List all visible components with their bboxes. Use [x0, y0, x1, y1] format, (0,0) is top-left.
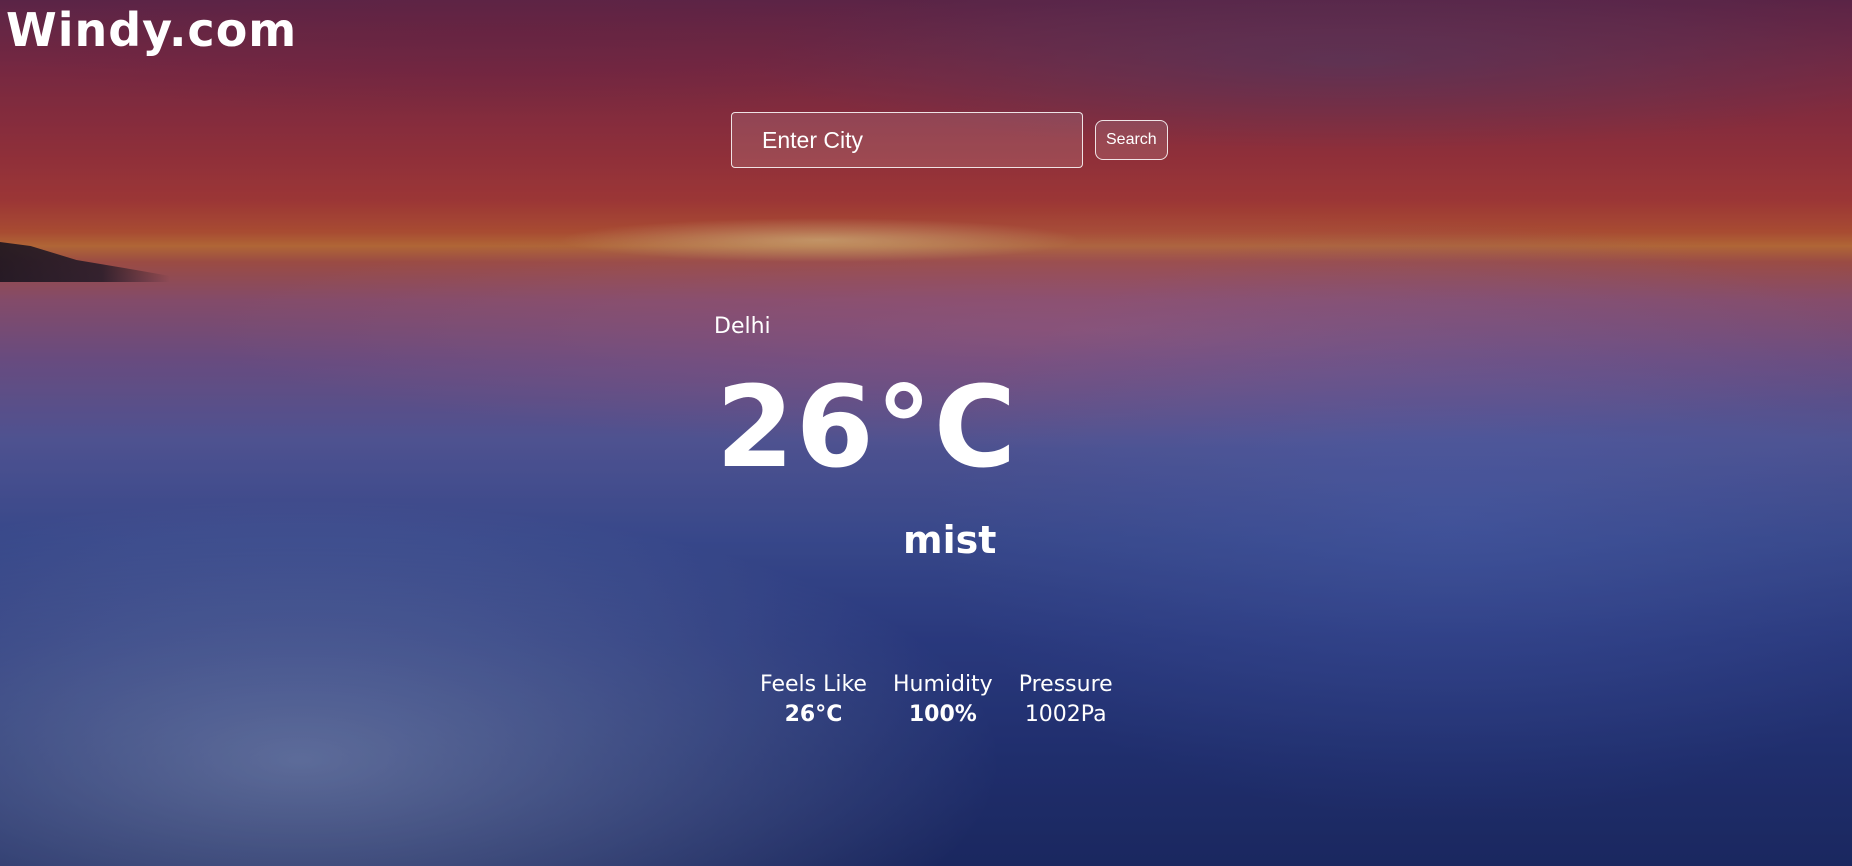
feels-like-stat: Feels Like 26°C [760, 670, 867, 730]
humidity-value: 100% [908, 702, 977, 727]
pressure-label: Pressure [1018, 672, 1113, 697]
current-temperature: 26°C [716, 363, 1019, 493]
pressure-stat: Pressure 1002Pa [1019, 670, 1113, 730]
background-rock [0, 242, 170, 282]
search-button[interactable]: Search [1095, 120, 1168, 160]
brand-logo[interactable]: Windy.com [6, 0, 297, 60]
weather-condition: mist [903, 518, 997, 562]
weather-details: Feels Like 26°C Humidity 100% Pressure 1… [760, 670, 1113, 730]
feels-like-value: 26°C [784, 702, 843, 727]
city-search-input[interactable] [731, 112, 1083, 168]
humidity-stat: Humidity 100% [893, 670, 993, 730]
city-name: Delhi [714, 314, 771, 339]
search-bar: Search [731, 112, 1168, 168]
pressure-value: 1002Pa [1024, 702, 1107, 727]
feels-like-label: Feels Like [760, 672, 867, 697]
humidity-label: Humidity [892, 672, 993, 697]
